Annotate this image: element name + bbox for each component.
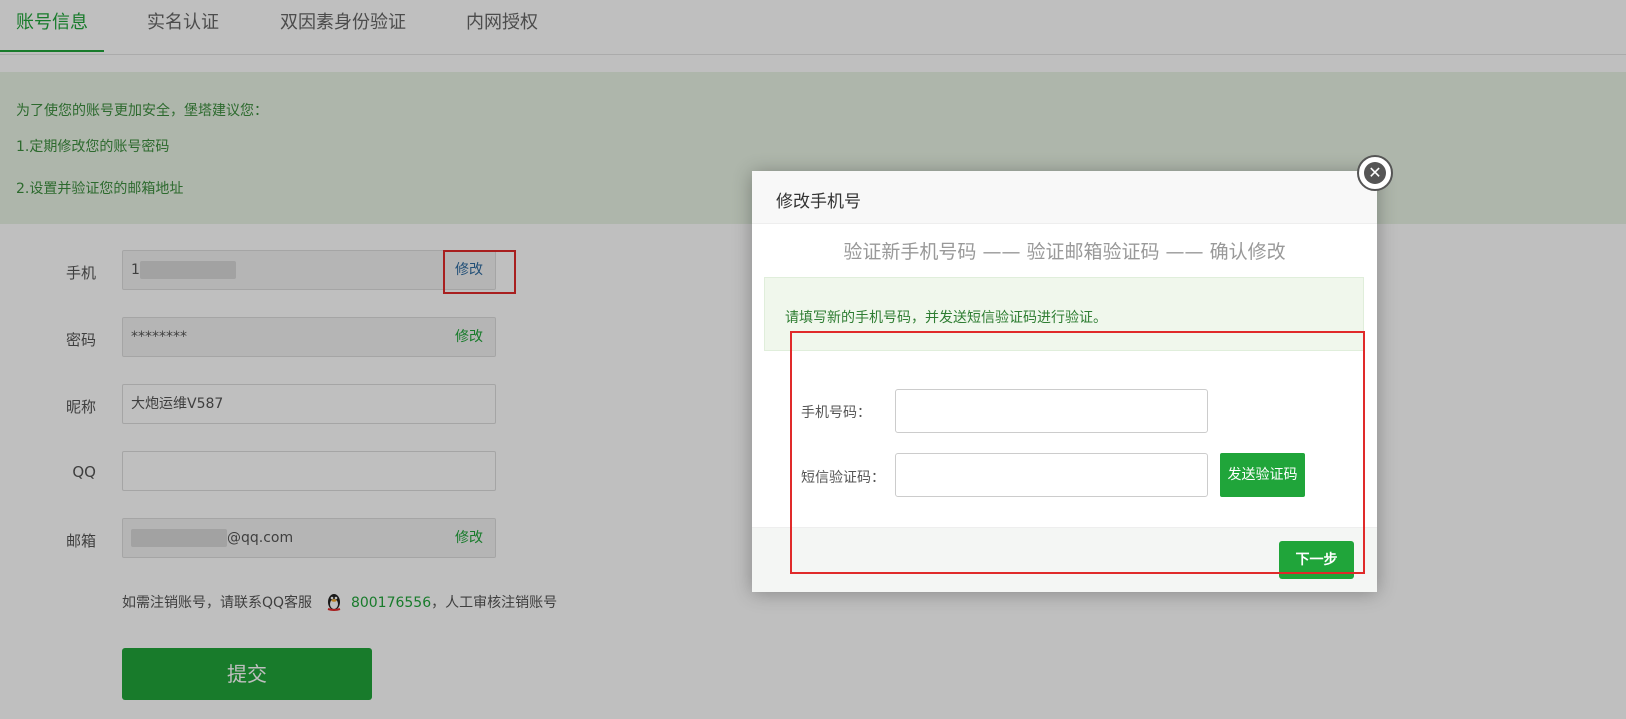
change-phone-modal: 修改手机号 验证新手机号码 —— 验证邮箱验证码 —— 确认修改 请填写新的手机…	[752, 171, 1377, 592]
modal-close-button[interactable]: ✕	[1357, 155, 1393, 191]
step-progress: 验证新手机号码 —— 验证邮箱验证码 —— 确认修改	[843, 241, 1286, 263]
close-icon: ✕	[1364, 162, 1386, 184]
modal-header: 修改手机号	[752, 171, 1377, 224]
highlight-form-area	[790, 331, 1365, 574]
alert-text: 请填写新的手机号码，并发送短信验证码进行验证。	[785, 310, 1107, 326]
modal-title: 修改手机号	[776, 192, 861, 212]
